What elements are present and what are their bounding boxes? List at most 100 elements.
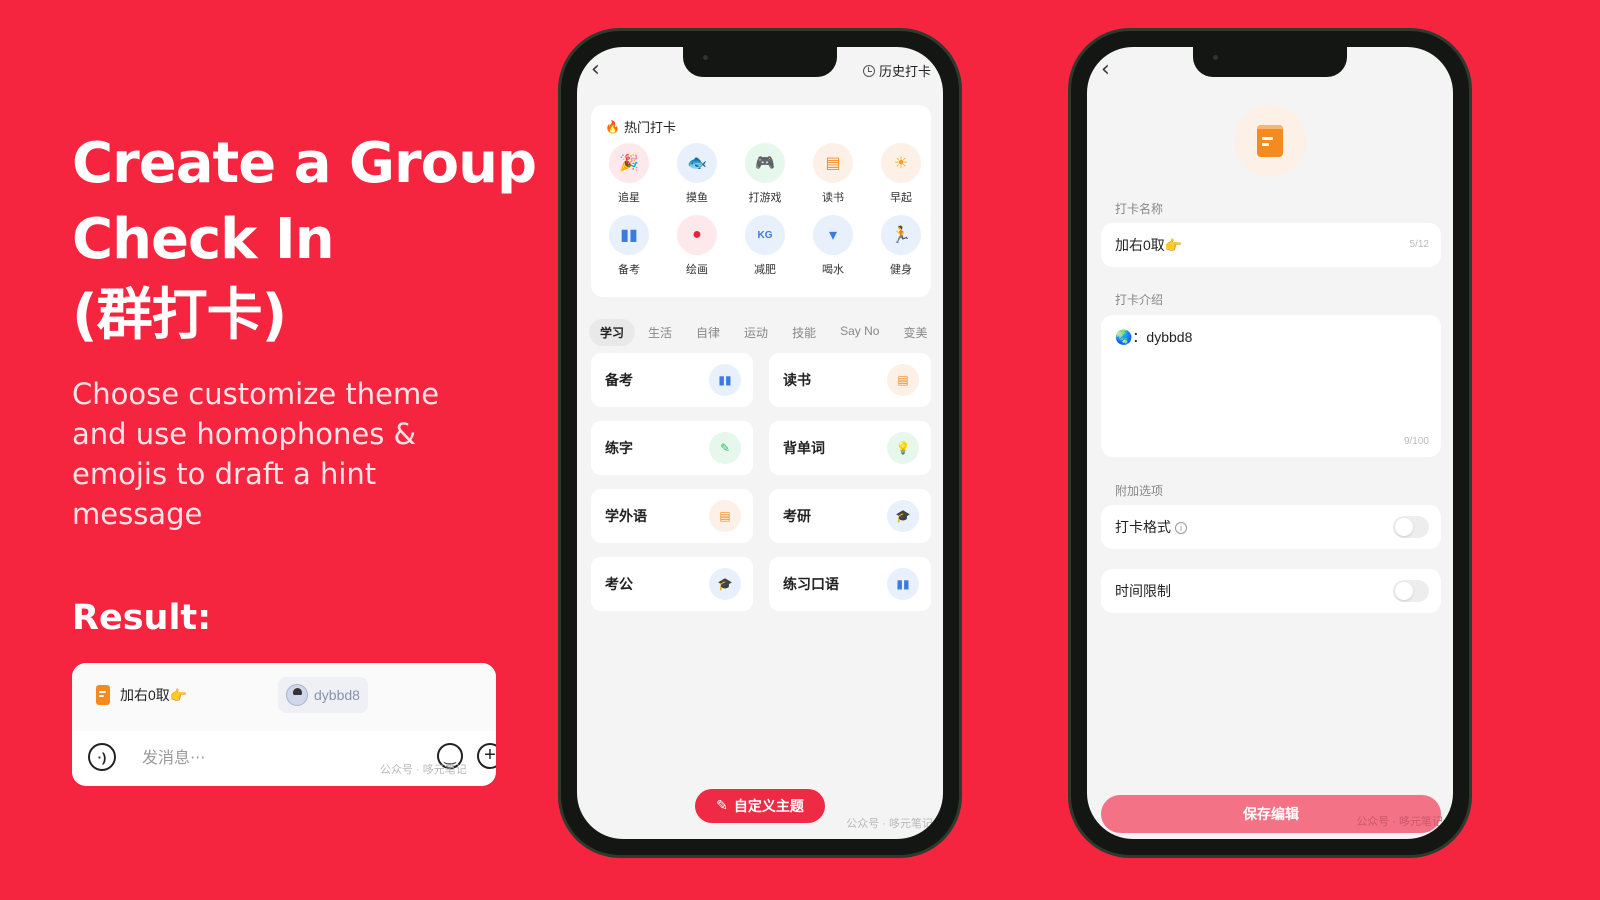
pen-writing-icon: ✎: [709, 432, 741, 464]
intro-char-counter: 9/100: [1403, 436, 1429, 447]
checkin-chip[interactable]: 加右0取👉: [96, 685, 187, 705]
topic-card[interactable]: 练习口语 ▮▮: [769, 557, 931, 611]
name-section-label: 打卡名称: [1115, 202, 1164, 216]
edit-checkin-screen: ‹ 打卡名称 加右0取👉 5/12 打卡介绍 🌏：dybbd8 9/100 附加…: [1087, 47, 1453, 839]
scale-kg-icon: KG: [745, 215, 785, 255]
option-row-format: 打卡格式 i: [1101, 505, 1441, 549]
tab-4[interactable]: 技能: [781, 319, 827, 346]
history-checkin-button[interactable]: 历史打卡: [862, 61, 931, 80]
pencil-icon: ✎: [716, 798, 728, 814]
checkin-name-input[interactable]: 加右0取👉 5/12: [1101, 223, 1441, 267]
hot-item-0[interactable]: 🎉 追星: [595, 143, 663, 205]
open-book-icon: ▮▮: [609, 215, 649, 255]
topic-label: 练字: [605, 440, 633, 456]
hot-item-label: 健身: [890, 264, 912, 276]
theme-icon-button[interactable]: [1234, 105, 1306, 177]
checkin-name-value: 加右0取👉: [1115, 237, 1183, 253]
clock-icon: [862, 64, 875, 77]
hot-item-2[interactable]: 🎮 打游戏: [731, 143, 799, 205]
topic-label: 考研: [783, 508, 811, 524]
plus-icon: +: [484, 744, 496, 766]
watermark: 公众号 · 哆元笔记: [1356, 816, 1443, 828]
theme-picker-screen: ‹ 历史打卡 🔥 热门打卡 🎉 追星 🐟 摸鱼 🎮 打游戏 ▤ 读书 ☀ 早起 ▮▮ 备考 ● 绘画 KG 减…: [577, 47, 943, 839]
book-icon: [96, 685, 110, 705]
hot-title-text: 热门打卡: [623, 120, 676, 135]
avatar: [286, 684, 308, 706]
options-section-label: 附加选项: [1115, 484, 1164, 498]
hot-checkins-card: 🔥 热门打卡 🎉 追星 🐟 摸鱼 🎮 打游戏 ▤ 读书 ☀ 早起 ▮▮ 备考 ● 绘画 KG 减肥 ▾ 喝水 🏃 健身: [591, 105, 931, 297]
hot-item-8[interactable]: ▾ 喝水: [799, 215, 867, 277]
custom-theme-button[interactable]: ✎ 自定义主题: [695, 789, 825, 823]
tab-2[interactable]: 自律: [685, 319, 731, 346]
topic-card[interactable]: 学外语 ▤: [591, 489, 753, 543]
option-format-label: 打卡格式 i: [1115, 517, 1187, 537]
book-icon: [1257, 125, 1283, 157]
hot-item-label: 追星: [618, 192, 640, 204]
option-row-time-limit: 时间限制: [1101, 569, 1441, 613]
tab-6[interactable]: 变美: [892, 319, 938, 346]
graduation-cap-icon: 🎓: [709, 568, 741, 600]
phone-edit-checkin: ‹ 打卡名称 加右0取👉 5/12 打卡介绍 🌏：dybbd8 9/100 附加…: [1068, 28, 1472, 858]
tab-0[interactable]: 学习: [589, 319, 636, 346]
topic-grid: 备考 ▮▮ 读书 ▤ 练字 ✎ 背单词 💡 学外语 ▤ 考研 🎓 考公 🎓 练习口语 ▮▮: [591, 353, 931, 611]
hot-item-9[interactable]: 🏃 健身: [867, 215, 935, 277]
hot-item-4[interactable]: ☀ 早起: [867, 143, 935, 205]
result-chat-preview: 加右0取👉 dybbd8 ·) ‿ + 公众号 · 哆元笔记: [72, 663, 496, 786]
hot-item-6[interactable]: ● 绘画: [663, 215, 731, 277]
info-icon[interactable]: i: [1175, 522, 1187, 535]
time-limit-toggle[interactable]: [1393, 580, 1429, 602]
hot-item-label: 减肥: [754, 264, 776, 276]
headline-line-1: Create a Group: [72, 131, 537, 196]
graduation-cap-icon: 🎓: [887, 500, 919, 532]
description-text: Choose customize theme and use homophone…: [72, 377, 440, 531]
topic-label: 读书: [783, 372, 811, 388]
phone-theme-picker: ‹ 历史打卡 🔥 热门打卡 🎉 追星 🐟 摸鱼 🎮 打游戏 ▤ 读书 ☀ 早起 ▮▮ 备考 ● 绘画 KG 减…: [558, 28, 962, 858]
topic-card[interactable]: 练字 ✎: [591, 421, 753, 475]
sun-icon: ☀: [881, 143, 921, 183]
hot-item-label: 读书: [822, 192, 844, 204]
user-chip[interactable]: dybbd8: [278, 677, 368, 713]
hot-item-7[interactable]: KG 减肥: [731, 215, 799, 277]
hot-item-label: 早起: [890, 192, 912, 204]
hot-item-label: 备考: [618, 264, 640, 276]
hot-item-3[interactable]: ▤ 读书: [799, 143, 867, 205]
topic-label: 备考: [605, 372, 633, 388]
topic-card[interactable]: 考研 🎓: [769, 489, 931, 543]
voice-icon: ·): [97, 749, 107, 765]
topic-card[interactable]: 读书 ▤: [769, 353, 931, 407]
topic-card[interactable]: 背单词 💡: [769, 421, 931, 475]
hot-item-1[interactable]: 🐟 摸鱼: [663, 143, 731, 205]
lightbulb-icon: 💡: [887, 432, 919, 464]
topic-label: 练习口语: [783, 576, 839, 592]
hot-checkins-title: 🔥 热门打卡: [605, 117, 676, 136]
chevron-left-icon[interactable]: ‹: [591, 57, 600, 82]
topic-card[interactable]: 考公 🎓: [591, 557, 753, 611]
format-toggle[interactable]: [1393, 516, 1429, 538]
option-label: 打卡格式: [1115, 519, 1171, 535]
checkin-chip-label: 加右0取👉: [120, 687, 188, 703]
tab-5[interactable]: Say No: [829, 319, 890, 346]
more-button[interactable]: +: [477, 743, 496, 769]
hot-checkins-grid: 🎉 追星 🐟 摸鱼 🎮 打游戏 ▤ 读书 ☀ 早起 ▮▮ 备考 ● 绘画 KG 减肥 ▾ 喝水 🏃 健身: [595, 143, 935, 277]
chevron-left-icon[interactable]: ‹: [1101, 57, 1110, 82]
phone-notch: [1193, 47, 1347, 77]
headline-line-3: (群打卡): [72, 283, 287, 348]
hot-item-label: 摸鱼: [686, 192, 708, 204]
hot-item-5[interactable]: ▮▮ 备考: [595, 215, 663, 277]
topic-card[interactable]: 备考 ▮▮: [591, 353, 753, 407]
checkin-intro-textarea[interactable]: 🌏：dybbd8 9/100: [1101, 315, 1441, 457]
tab-1[interactable]: 生活: [637, 319, 683, 346]
user-chip-label: dybbd8: [314, 687, 360, 703]
tab-3[interactable]: 运动: [733, 319, 779, 346]
running-icon: 🏃: [881, 215, 921, 255]
headline-line-2: Check In: [72, 207, 335, 272]
watermark: 公众号 · 哆元笔记: [846, 818, 933, 830]
topic-label: 学外语: [605, 508, 647, 524]
party-popper-icon: 🎉: [609, 143, 649, 183]
book-icon: ▤: [709, 500, 741, 532]
hot-item-label: 喝水: [822, 264, 844, 276]
hot-item-label: 绘画: [686, 264, 708, 276]
option-time-limit-label: 时间限制: [1115, 583, 1171, 599]
hot-item-label: 打游戏: [748, 192, 782, 204]
voice-input-button[interactable]: ·): [88, 743, 116, 771]
